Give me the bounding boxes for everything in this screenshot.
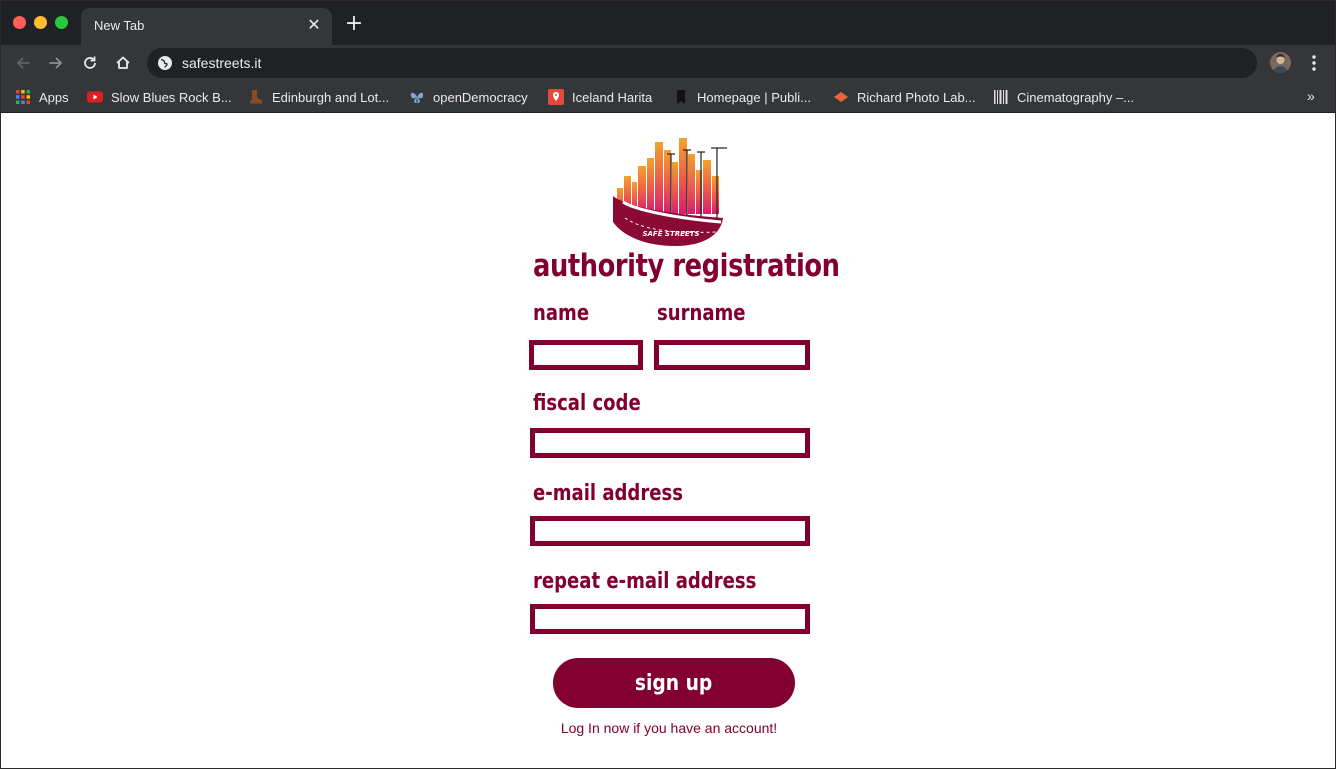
browser-menu-icon[interactable] [1304,53,1324,73]
bookmark-label: Edinburgh and Lot... [272,89,390,105]
bookmark-label: Richard Photo Lab... [857,89,976,105]
bookmark-homepage[interactable]: Homepage | Publi... [673,88,811,106]
logo-text: SAFE STREETS [642,230,699,238]
boot-icon [250,90,262,104]
email-input[interactable] [530,516,810,546]
reload-icon[interactable] [79,52,101,74]
fiscal-code-input[interactable] [530,428,810,458]
browser-toolbar: safestreets.it [1,45,1335,81]
bookmark-label: openDemocracy [433,89,528,105]
new-tab-icon[interactable]: + [344,13,364,35]
profile-avatar[interactable] [1270,52,1291,73]
bookmark-slow-blues[interactable]: Slow Blues Rock B... [87,88,232,106]
close-tab-icon[interactable]: ✕ [305,17,323,35]
bookmark-label: Iceland Harita [572,89,653,105]
bookmark-richard-photo-lab[interactable]: Richard Photo Lab... [833,88,976,106]
minimize-window-button[interactable] [34,16,47,29]
email-label: e-mail address [533,481,683,506]
apps-grid-icon [16,90,30,104]
bookmark-edinburgh[interactable]: Edinburgh and Lot... [248,88,389,106]
bookmark-cinematography[interactable]: Cinematography –... [993,88,1134,106]
bookmark-icon [677,90,685,104]
bookmark-label: Apps [39,89,69,105]
bookmark-apps[interactable]: Apps [15,88,69,106]
page-content: SAFE STREETS authority registration name… [1,114,1335,768]
surname-input[interactable] [654,340,810,370]
url-text: safestreets.it [182,55,262,71]
bookmark-label: Cinematography –... [1017,89,1135,105]
close-window-button[interactable] [13,16,26,29]
globe-icon [158,56,172,70]
sign-up-button[interactable]: sign up [553,658,795,708]
login-link[interactable]: Log In now if you have an account! [1,720,1335,736]
butterfly-icon [410,92,424,103]
tab-bar: New Tab ✕ + [1,1,1335,45]
repeat-email-label: repeat e-mail address [533,569,757,594]
surname-label: surname [657,301,746,326]
bookmark-label: Slow Blues Rock B... [111,89,232,105]
forward-arrow-icon[interactable] [45,52,67,74]
bookmark-iceland-harita[interactable]: Iceland Harita [548,88,652,106]
name-input[interactable] [529,340,643,370]
address-bar[interactable]: safestreets.it [147,48,1257,78]
bookmark-label: Homepage | Publi... [697,89,811,105]
map-pin-icon [548,89,564,105]
bookmark-opendemocracy[interactable]: openDemocracy [409,88,528,106]
tab-title: New Tab [94,18,145,33]
browser-window: New Tab ✕ + safestreets.it Apps Slow Blu… [0,0,1336,769]
safestreets-logo: SAFE STREETS [613,138,727,246]
youtube-icon [87,91,103,103]
barcode-icon [994,90,1008,104]
maximize-window-button[interactable] [55,16,68,29]
bookmarks-bar: Apps Slow Blues Rock B... Edinburgh and … [1,81,1335,113]
back-arrow-icon[interactable] [12,52,34,74]
sign-up-label: sign up [635,670,713,696]
name-label: name [533,301,590,326]
repeat-email-input[interactable] [530,604,810,634]
fiscal-code-label: fiscal code [533,391,641,416]
page-title: authority registration [533,248,840,284]
diamond-icon [834,92,848,102]
home-icon[interactable] [112,52,134,74]
tab-new-tab[interactable]: New Tab ✕ [81,8,332,45]
more-bookmarks-icon[interactable]: » [1307,88,1315,104]
